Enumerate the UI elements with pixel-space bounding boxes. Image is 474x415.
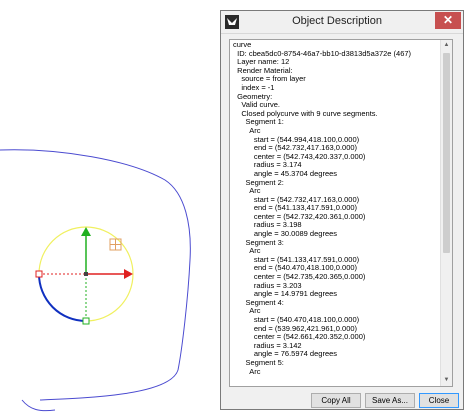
description-line: start = (540.470,418.100,0.000): [233, 316, 360, 324]
description-line: Layer name: 12: [233, 58, 290, 67]
object-description-dialog: Object Description ✕ curve ID: cbea5dc0-…: [220, 10, 464, 410]
description-line: radius = 3.142: [233, 341, 302, 350]
description-line: angle = 76.5974 degrees: [233, 350, 338, 359]
scroll-down-icon[interactable]: ▼: [441, 375, 452, 386]
description-line: radius = 3.203: [233, 281, 302, 290]
description-line: Closed polycurve with 9 curve segments.: [233, 109, 378, 118]
description-line: source = from layer: [233, 75, 306, 84]
description-text: curve ID: cbea5dc0-8754-46a7-bb10-d3813d…: [233, 41, 439, 376]
close-icon[interactable]: ✕: [435, 12, 461, 29]
description-line: radius = 3.174: [233, 161, 302, 170]
curve-fragment[interactable]: [21, 399, 56, 412]
description-line: end = (539.962,421.961,0.000): [233, 324, 358, 333]
description-line: Valid curve.: [233, 101, 280, 110]
description-line: center = (542.732,420.361,0.000): [233, 212, 366, 221]
grip-bottom: [82, 317, 90, 325]
description-line: Segment 3:: [233, 238, 284, 247]
description-line: start = (541.133,417.591,0.000): [233, 255, 360, 264]
description-line: Render Material:: [233, 66, 293, 75]
description-line: Arc: [233, 126, 261, 135]
description-line: radius = 3.198: [233, 221, 302, 230]
description-line: start = (544.994,418.100,0.000): [233, 135, 360, 144]
description-line: center = (542.735,420.365,0.000): [233, 273, 366, 282]
description-line: start = (542.732,417.163,0.000): [233, 195, 360, 204]
description-textbox[interactable]: curve ID: cbea5dc0-8754-46a7-bb10-d3813d…: [229, 39, 453, 387]
x-axis-arrowhead: [124, 269, 133, 279]
description-line: angle = 30.0089 degrees: [233, 230, 338, 239]
scroll-thumb[interactable]: [443, 53, 450, 253]
description-line: Arc: [233, 247, 261, 256]
description-line: Arc: [233, 367, 261, 376]
description-line: curve: [233, 41, 252, 49]
rhino-app-icon: [225, 15, 239, 29]
selected-arc: [38, 273, 87, 322]
description-line: Arc: [233, 187, 261, 196]
description-line: end = (542.732,417.163,0.000): [233, 144, 358, 153]
description-line: angle = 14.9791 degrees: [233, 290, 338, 299]
y-axis-arrowhead: [81, 227, 91, 236]
description-line: end = (540.470,418.100,0.000): [233, 264, 358, 273]
copy-all-button[interactable]: Copy All: [311, 393, 361, 408]
description-line: center = (542.743,420.337,0.000): [233, 152, 366, 161]
scroll-up-icon[interactable]: ▲: [441, 40, 452, 51]
description-line: index = -1: [233, 83, 275, 92]
description-line: Segment 2:: [233, 178, 284, 187]
description-line: Segment 5:: [233, 358, 284, 367]
window-title: Object Description: [292, 15, 382, 27]
polycurve-outline[interactable]: [0, 149, 191, 401]
description-line: center = (542.661,420.352,0.000): [233, 333, 366, 342]
title-bar[interactable]: Object Description ✕: [221, 11, 463, 34]
description-line: angle = 45.3704 degrees: [233, 169, 338, 178]
description-line: ID: cbea5dc0-8754-46a7-bb10-d3813d5a372e…: [233, 49, 412, 58]
description-line: Segment 1:: [233, 118, 284, 127]
description-line: end = (541.133,417.591,0.000): [233, 204, 358, 213]
description-line: Segment 4:: [233, 298, 284, 307]
vertical-scrollbar[interactable]: ▲ ▼: [440, 40, 452, 386]
grip-left: [35, 270, 43, 278]
description-line: Arc: [233, 307, 261, 316]
close-button[interactable]: Close: [419, 393, 459, 408]
description-line: Geometry:: [233, 92, 273, 101]
gumball-widget[interactable]: [35, 226, 134, 325]
center-point: [84, 272, 88, 276]
save-as-button[interactable]: Save As...: [365, 393, 415, 408]
